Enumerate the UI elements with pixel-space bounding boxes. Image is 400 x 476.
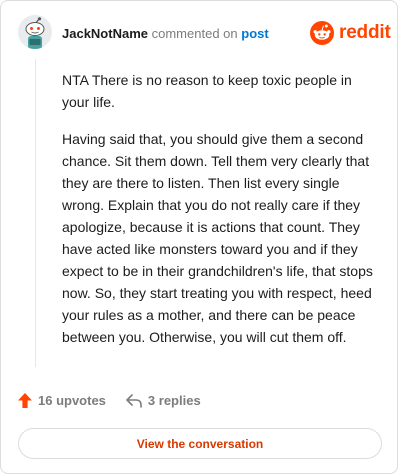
comment-paragraph: NTA There is no reason to keep toxic peo… xyxy=(62,72,352,110)
thread-line xyxy=(35,59,36,367)
view-conversation-button[interactable]: View the conversation xyxy=(18,428,382,459)
upvote-arrow-icon xyxy=(18,393,32,408)
reddit-logo[interactable]: reddit xyxy=(310,21,391,45)
snoo-avatar-icon xyxy=(18,15,52,49)
commented-on-text: commented on xyxy=(151,26,238,41)
reply-arrow-icon xyxy=(126,393,142,408)
upvote-button[interactable]: 16 upvotes xyxy=(18,393,106,408)
replies-button[interactable]: 3 replies xyxy=(126,393,201,408)
upvote-count: 16 upvotes xyxy=(38,393,106,408)
avatar[interactable] xyxy=(18,15,52,49)
comment-actions: 16 upvotes 3 replies xyxy=(18,393,201,408)
reply-count: 3 replies xyxy=(147,393,201,408)
username-link[interactable]: JackNotName xyxy=(62,26,148,41)
comment-header: JackNotName commented on post xyxy=(62,25,269,43)
comment-paragraph: Having said that, you should give them a… xyxy=(62,131,373,345)
comment-body: NTA There is no reason to keep toxic peo… xyxy=(62,69,380,363)
brand-wordmark: reddit xyxy=(339,22,391,43)
post-link[interactable]: post xyxy=(241,26,268,41)
comment-embed-card: JackNotName commented on post reddit NTA… xyxy=(0,0,398,474)
snoo-icon xyxy=(310,21,334,45)
